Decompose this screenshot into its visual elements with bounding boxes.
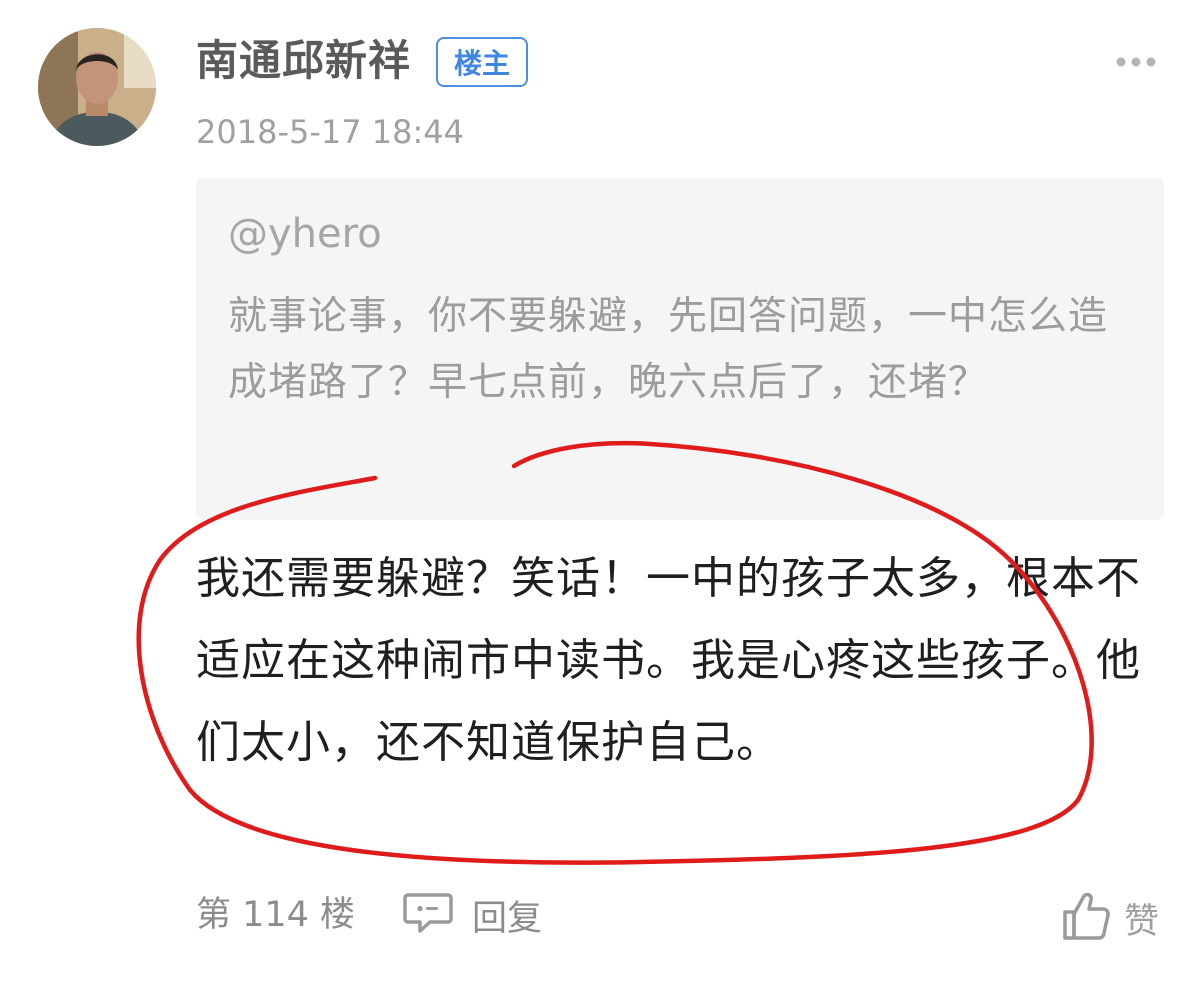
- op-badge: 楼主: [436, 37, 528, 87]
- post-page: 南通邱新祥 楼主 2018-5-17 18:44 @yhero 就事论事，你不要…: [0, 0, 1200, 997]
- comment-bubble-icon: [402, 891, 454, 939]
- post-content: 我还需要躲避？笑话！一中的孩子太多，根本不适应在这种闹市中读书。我是心疼这些孩子…: [196, 553, 1141, 768]
- like-button[interactable]: 赞: [1060, 888, 1159, 948]
- reply-button[interactable]: 回复: [402, 888, 542, 942]
- quote-block: @yhero 就事论事，你不要躲避，先回答问题，一中怎么造成堵路了？早七点前，晚…: [196, 178, 1164, 520]
- author-name[interactable]: 南通邱新祥: [196, 34, 411, 88]
- floor-number: 第 114 楼: [196, 895, 356, 935]
- quote-username[interactable]: @yhero: [228, 208, 382, 260]
- quote-text: 就事论事，你不要躲避，先回答问题，一中怎么造成堵路了？早七点前，晚六点后了，还堵…: [228, 294, 1109, 405]
- more-dots-icon[interactable]: [1114, 48, 1158, 76]
- thumbs-up-icon: [1060, 890, 1112, 946]
- like-label: 赞: [1124, 901, 1160, 942]
- post-timestamp: 2018-5-17 18:44: [196, 113, 464, 151]
- reply-label: 回复: [472, 898, 543, 939]
- avatar[interactable]: [38, 28, 156, 146]
